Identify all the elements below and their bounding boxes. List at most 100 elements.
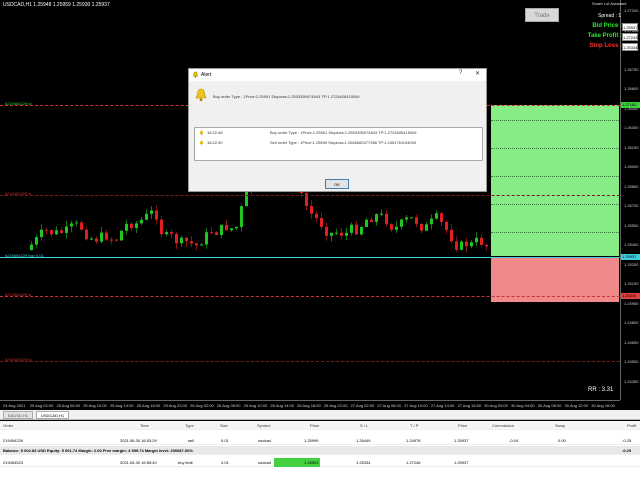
time-axis[interactable]: 24 Aug 2021 25 Aug 02:00 25 Aug 06:00 25 Au… — [0, 400, 620, 410]
time-label: 26 Aug 18:00 — [297, 403, 321, 408]
stop-loss-field[interactable]: 1.25334 — [622, 43, 638, 51]
col-sl[interactable]: S / L — [360, 421, 368, 430]
bid-price-field[interactable]: 1.25937 — [622, 23, 638, 31]
order-commission: -0.04 — [509, 438, 519, 443]
take-profit-row: Take Profit : 1.27243 — [562, 33, 640, 42]
candle-body — [115, 239, 118, 241]
order-id: 219454523 — [3, 460, 24, 465]
col-tp[interactable]: T / P — [410, 421, 418, 430]
candle-body — [395, 226, 398, 230]
candle-body — [145, 213, 148, 220]
lower-line[interactable] — [0, 361, 620, 362]
price-chart[interactable]: #219454229 tp #219454229 sl #219454229 b… — [0, 0, 640, 410]
candle-body — [205, 232, 208, 245]
assistant-title: Smart Lot Assistant — [592, 1, 627, 6]
candle-body — [375, 214, 378, 222]
price-tick: 1.26750 — [624, 66, 639, 72]
candle-body — [470, 242, 473, 247]
order-profit: -0.25 — [622, 438, 632, 443]
time-label: 26 Aug 10:00 — [243, 403, 268, 408]
dialog-title: Alert — [201, 72, 212, 78]
take-profit-label: Take Profit : — [587, 33, 622, 39]
candle-body — [190, 241, 193, 244]
take-profit-field[interactable]: 1.27243 — [622, 33, 638, 41]
candle-body — [110, 239, 113, 241]
col-profit[interactable]: Profit — [627, 421, 636, 430]
help-button[interactable]: ? — [459, 70, 462, 76]
col-type[interactable]: Type — [185, 421, 194, 430]
candle-body — [225, 224, 228, 231]
col-current-price[interactable]: Price — [458, 421, 467, 430]
bid-line — [0, 257, 620, 258]
time-label: 26 Aug 02:00 — [190, 403, 214, 408]
tab-usdcad[interactable]: USDCAD,H1 — [36, 411, 70, 419]
candle-body — [160, 219, 163, 235]
table-row[interactable]: 219454523 2021.08.30 16:55:40 buy limit … — [0, 458, 640, 467]
price-tick: 1.24500 — [624, 359, 639, 364]
time-label: 30 Aug 00:00 — [484, 403, 508, 408]
candle-body — [435, 213, 438, 219]
candle-body — [420, 223, 423, 231]
candle-body — [475, 237, 478, 243]
candle-body — [325, 226, 328, 236]
candle-body — [45, 229, 48, 231]
candle-body — [390, 224, 393, 230]
alert-time: 18:22:30 — [207, 140, 223, 145]
order-current-price: 1.25937 — [454, 460, 469, 465]
candle-body — [150, 210, 153, 214]
time-label: 25 Aug 06:00 — [56, 403, 81, 408]
mt4-window: #219454229 tp #219454229 sl #219454229 b… — [0, 0, 640, 480]
ok-button[interactable]: OK — [325, 179, 349, 189]
candle-body — [365, 219, 368, 227]
chart-title: USDCAD,H1 1.25948 1.25959 1.25930 1.2593… — [3, 2, 110, 8]
candle-body — [410, 217, 413, 219]
price-tick: 1.26150 — [624, 144, 639, 150]
take-profit-zone — [491, 105, 619, 256]
lower-line-label: #219454229 tp — [5, 357, 32, 362]
time-label: 26 Aug 14:00 — [270, 403, 294, 408]
candle-body — [310, 206, 313, 214]
price-axis[interactable]: 1.272001.270501.269001.267501.266001.264… — [620, 0, 640, 400]
col-swap[interactable]: Swap — [555, 421, 565, 430]
candle-body — [165, 232, 168, 235]
candle-body — [105, 232, 108, 240]
entry-line[interactable] — [0, 195, 620, 196]
candle-body — [455, 241, 458, 250]
table-header: Order Time Type Size Symbol Price S / L … — [0, 421, 640, 430]
table-row[interactable]: 219454229 2021.08.30 16:53:29 sell 0.01 … — [0, 436, 640, 445]
trade-button[interactable]: Trade — [525, 8, 559, 22]
tab-eausd[interactable]: EAUSD,H1 — [3, 411, 34, 419]
current-price-tag: 1.25937 — [621, 254, 640, 260]
time-label: 25 Aug 22:00 — [163, 403, 187, 408]
alert-message: Buy order Type : 1Price:1.25901 Stoploss… — [213, 94, 360, 99]
col-order[interactable]: Order — [3, 421, 13, 430]
candle-body — [170, 232, 173, 234]
dialog-titlebar[interactable]: Alert ? ✕ — [189, 69, 486, 81]
col-commission[interactable]: Commission — [492, 421, 514, 430]
list-item[interactable]: 18:22:46 Buy order Type : 1Price:1.25901… — [195, 128, 482, 138]
col-price[interactable]: Price — [310, 421, 319, 430]
price-tick: 1.25700 — [624, 203, 639, 208]
candle-body — [200, 244, 203, 246]
candle-body — [220, 224, 223, 235]
close-button[interactable]: ✕ — [475, 70, 480, 77]
candle-body — [380, 213, 383, 215]
col-size[interactable]: Size — [220, 421, 228, 430]
price-tick: 1.25550 — [624, 222, 639, 228]
col-time[interactable]: Time — [140, 421, 149, 430]
order-sl: 1.26449 — [356, 438, 371, 443]
chart-tabs: EAUSD,H1 USDCAD,H1 — [0, 410, 640, 420]
sl-line[interactable] — [0, 296, 620, 297]
candle-body — [345, 232, 348, 236]
candle-body — [245, 191, 248, 207]
candle-body — [50, 230, 53, 235]
col-symbol[interactable]: Symbol — [257, 421, 270, 430]
candle-body — [210, 232, 213, 234]
alert-history-list[interactable]: 18:22:46 Buy order Type : 1Price:1.25901… — [194, 127, 483, 161]
tp-zone-grid — [491, 120, 619, 121]
candle-body — [95, 238, 98, 242]
price-tick: 1.24650 — [624, 339, 639, 345]
time-label: 30 Aug 08:00 — [537, 403, 562, 408]
list-item[interactable]: 18:22:30 Sell order Type : 1Price:1.2589… — [195, 138, 482, 148]
time-label: 25 Aug 02:00 — [29, 403, 54, 408]
